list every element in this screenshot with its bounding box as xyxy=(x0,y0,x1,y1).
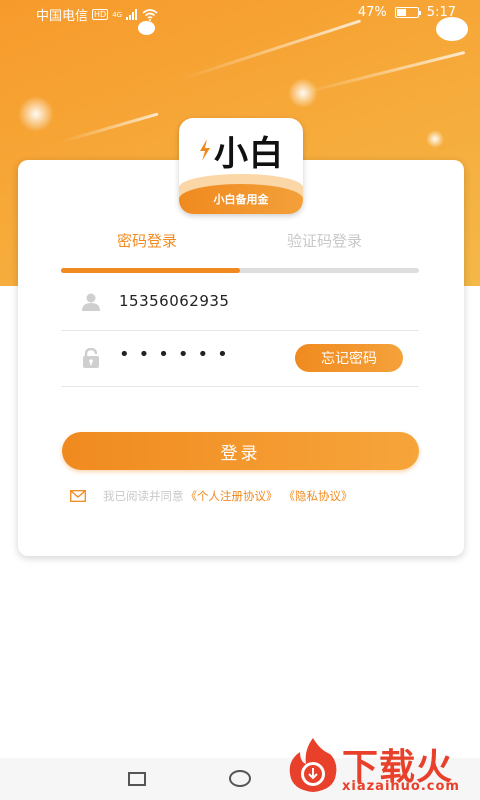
tab-indicator xyxy=(61,268,240,273)
hd-badge: HD xyxy=(92,9,109,20)
app-logo: 小白 小白备用金 xyxy=(179,118,303,214)
privacy-agreement-link[interactable]: 《隐私协议》 xyxy=(284,488,353,504)
sparkle xyxy=(18,96,54,132)
watermark-logo: 下载火 xiazaihuo.com xyxy=(286,736,476,796)
password-input[interactable]: •••••• xyxy=(119,344,237,365)
watermark-domain: xiazaihuo.com xyxy=(342,779,460,794)
signal-icon xyxy=(126,9,138,20)
phone-field[interactable]: 15356062935 xyxy=(61,274,419,331)
logo-subtitle: 小白备用金 xyxy=(179,184,303,214)
sparkle xyxy=(288,78,318,108)
battery-icon xyxy=(394,7,421,18)
forgot-password-button[interactable]: 忘记密码 xyxy=(295,344,403,372)
password-field[interactable]: •••••• 忘记密码 xyxy=(61,330,419,387)
checkbox-icon[interactable] xyxy=(70,490,86,502)
agreement-row: 我已阅读并同意 《个人注册协议》 《隐私协议》 xyxy=(70,488,353,504)
agreement-text: 我已阅读并同意 xyxy=(103,489,184,503)
tab-code-login[interactable]: 验证码登录 xyxy=(287,230,362,251)
battery-fill xyxy=(396,9,407,16)
network-badge: 4G xyxy=(112,10,123,19)
phone-input[interactable]: 15356062935 xyxy=(119,292,229,310)
register-agreement-link[interactable]: 《个人注册协议》 xyxy=(186,488,278,504)
meteor-streak xyxy=(299,50,466,95)
flame-icon xyxy=(289,738,337,792)
wifi-icon xyxy=(142,8,158,21)
clock: 5:17 xyxy=(426,5,456,20)
tab-password-login[interactable]: 密码登录 xyxy=(117,230,177,251)
meteor-streak xyxy=(61,112,159,143)
recent-apps-button[interactable] xyxy=(128,772,146,786)
home-button[interactable] xyxy=(229,770,251,787)
user-icon xyxy=(82,293,100,311)
lightning-icon xyxy=(200,139,210,161)
login-button[interactable]: 登录 xyxy=(62,432,419,470)
battery-percent: 47% xyxy=(357,5,387,20)
status-bar: 中国电信 HD 4G 47% 5:17 xyxy=(0,0,480,26)
carrier-label: 中国电信 xyxy=(36,9,89,24)
logo-name: 小白 xyxy=(214,133,284,174)
sparkle xyxy=(426,130,444,148)
lock-icon xyxy=(83,348,99,368)
tab-track xyxy=(61,268,419,273)
meteor-streak xyxy=(179,19,362,81)
